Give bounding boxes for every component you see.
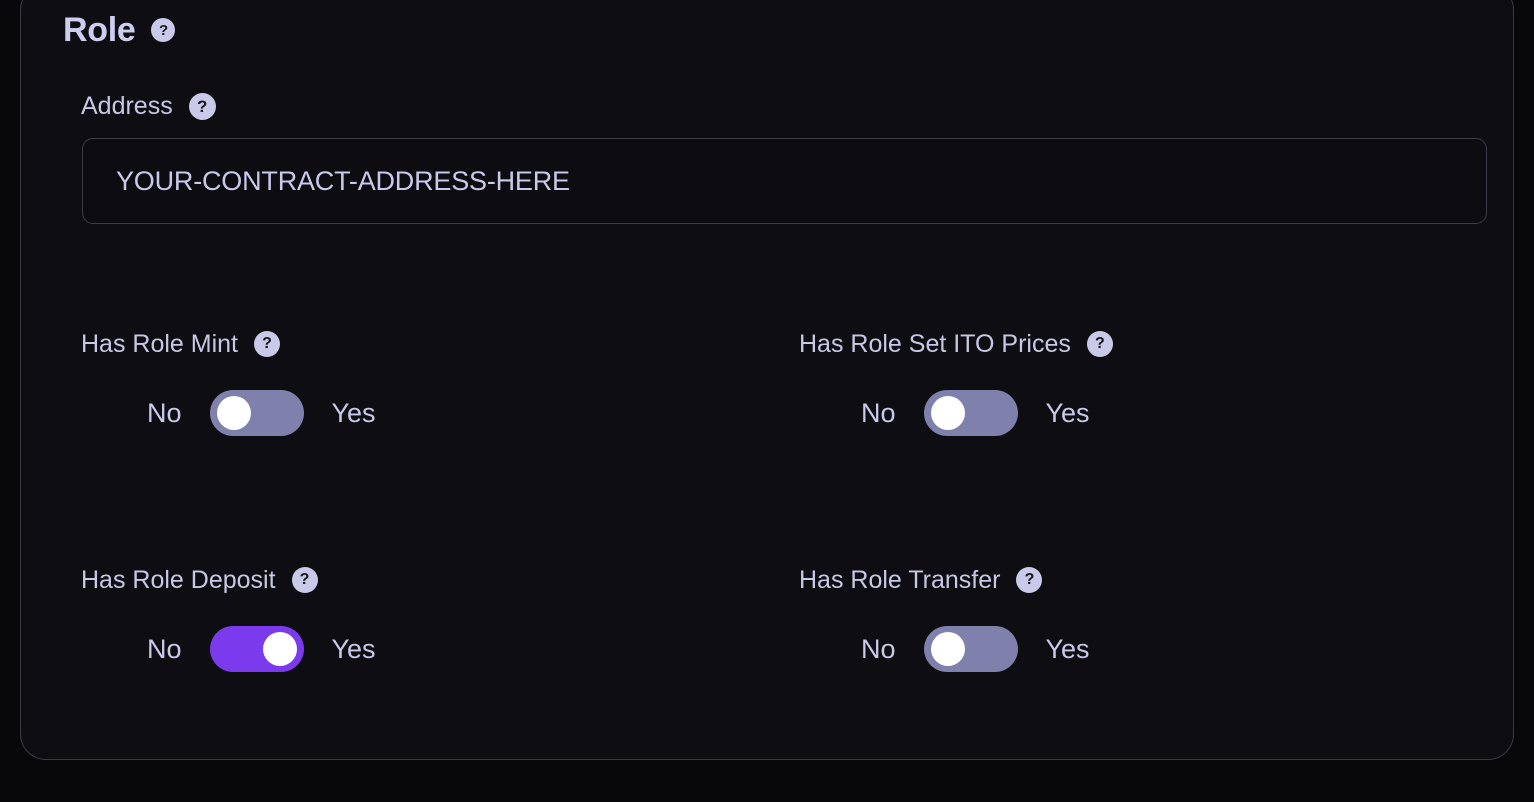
- has-role-set-ito-prices-help-icon[interactable]: ?: [1086, 331, 1113, 357]
- role-help-icon[interactable]: ?: [151, 18, 176, 42]
- toggle-on-label: Yes: [1045, 633, 1090, 664]
- has-role-deposit-help-icon[interactable]: ?: [291, 567, 318, 593]
- page-root: Role ? Address ? Has Role Mint ? No Yes: [0, 0, 1534, 802]
- toggle-label-text: Has Role Mint: [81, 329, 238, 358]
- address-label: Address ?: [81, 93, 216, 120]
- role-card: Role ? Address ? Has Role Mint ? No Yes: [20, 0, 1514, 760]
- toggle-off-label: No: [861, 633, 896, 664]
- switch-has-role-deposit[interactable]: [209, 626, 304, 672]
- has-role-transfer-help-icon[interactable]: ?: [1016, 567, 1043, 593]
- switch-has-role-set-ito-prices[interactable]: [923, 390, 1018, 436]
- toggle-on-label: Yes: [331, 397, 376, 428]
- toggle-group-has-role-mint: Has Role Mint ? No Yes: [81, 329, 376, 436]
- toggle-label-has-role-set-ito-prices: Has Role Set ITO Prices ?: [799, 329, 1113, 359]
- toggle-control-has-role-set-ito-prices: No Yes: [861, 390, 1113, 436]
- address-input[interactable]: [82, 138, 1487, 224]
- toggle-label-text: Has Role Transfer: [799, 565, 1001, 594]
- address-help-icon[interactable]: ?: [188, 93, 216, 120]
- toggle-control-has-role-mint: No Yes: [147, 390, 376, 436]
- switch-knob: [930, 632, 965, 666]
- toggle-label-has-role-transfer: Has Role Transfer ?: [799, 565, 1090, 595]
- has-role-mint-help-icon[interactable]: ?: [254, 331, 280, 357]
- toggle-off-label: No: [861, 397, 896, 428]
- toggle-control-has-role-transfer: No Yes: [861, 626, 1090, 672]
- card-title-text: Role: [63, 11, 136, 49]
- switch-knob: [262, 632, 297, 666]
- page-title: Role ?: [63, 11, 176, 49]
- toggle-label-text: Has Role Set ITO Prices: [799, 329, 1071, 358]
- toggle-on-label: Yes: [331, 633, 376, 664]
- toggle-label-text: Has Role Deposit: [81, 565, 276, 594]
- toggle-on-label: Yes: [1045, 397, 1090, 428]
- toggle-group-has-role-deposit: Has Role Deposit ? No Yes: [81, 565, 376, 672]
- toggle-off-label: No: [147, 633, 182, 664]
- toggle-group-has-role-transfer: Has Role Transfer ? No Yes: [799, 565, 1090, 672]
- toggle-control-has-role-deposit: No Yes: [147, 626, 376, 672]
- address-label-text: Address: [81, 92, 173, 120]
- switch-has-role-transfer[interactable]: [923, 626, 1018, 672]
- toggle-off-label: No: [147, 397, 182, 428]
- toggle-label-has-role-mint: Has Role Mint ?: [81, 329, 376, 359]
- switch-knob: [930, 396, 965, 430]
- switch-knob: [216, 396, 251, 430]
- toggle-group-has-role-set-ito-prices: Has Role Set ITO Prices ? No Yes: [799, 329, 1113, 436]
- switch-has-role-mint[interactable]: [209, 390, 304, 436]
- toggle-label-has-role-deposit: Has Role Deposit ?: [81, 565, 376, 595]
